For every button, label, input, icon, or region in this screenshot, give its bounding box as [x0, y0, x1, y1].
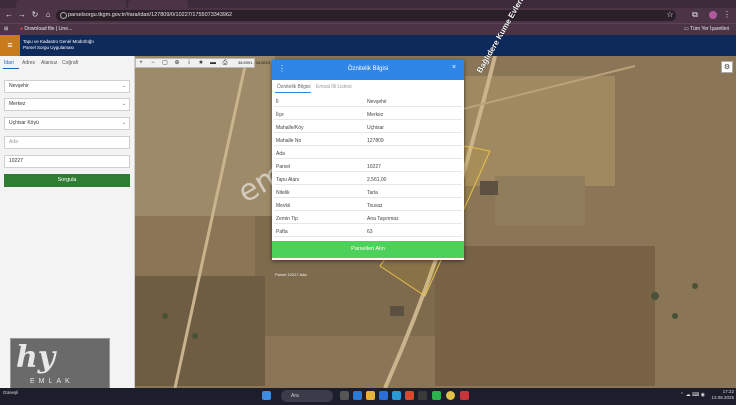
attribute-row: Zemin Tip Ana Taşınmaz — [274, 214, 462, 224]
neighborhood-select[interactable]: Uçhisar Köyü ⌄ — [4, 117, 130, 130]
taskbar-search[interactable]: Ara — [281, 390, 333, 402]
coordinate-readout: 38.6991 : 34.8023 — [238, 60, 271, 65]
attribute-row: Nitelik Tarla — [274, 188, 462, 198]
chevron-down-icon: ⌄ — [121, 101, 126, 107]
measure-icon[interactable]: ▬ — [208, 59, 218, 67]
forward-icon[interactable]: → — [17, 10, 27, 20]
block-input[interactable]: Ada — [4, 136, 130, 149]
store-icon[interactable] — [379, 391, 388, 400]
parcel-detail-button[interactable]: Parselleri Alın — [272, 241, 464, 258]
info-icon[interactable]: i — [184, 59, 194, 67]
apps-icon[interactable]: ⊞ — [4, 25, 8, 33]
tab-alansiz[interactable]: Alansız — [41, 60, 57, 66]
bookmark-icon[interactable]: ★ — [196, 59, 206, 67]
logo-mark: hy — [16, 340, 56, 375]
home-icon[interactable]: ⌂ — [43, 10, 53, 20]
windows-start-icon[interactable] — [262, 391, 271, 400]
target-icon[interactable]: ⊕ — [172, 59, 182, 67]
browser-tab[interactable] — [16, 0, 126, 8]
hamburger-menu-button[interactable]: ≡ — [0, 35, 20, 56]
tab-cografi[interactable]: Coğrafi — [62, 60, 78, 66]
zoom-out-icon[interactable]: − — [148, 59, 158, 67]
logo-wordmark: EMLAK — [30, 378, 74, 385]
browser-tab[interactable] — [128, 0, 188, 8]
province-select[interactable]: Nevşehir ⌄ — [4, 80, 130, 93]
tab-comparable-list[interactable]: Emsal İlli Listesi — [316, 84, 352, 90]
edge-icon[interactable] — [353, 391, 362, 400]
parcel-input[interactable]: 10227 — [4, 155, 130, 168]
app-icon[interactable] — [418, 391, 427, 400]
app-title: Tapu ve Kadastro Genel Müdürlüğü Parsel … — [23, 39, 94, 50]
bookmark-favicon-icon: ● — [20, 26, 24, 32]
folder-icon: ▭ — [684, 26, 689, 32]
attribute-row: Mahalle/Köy Uçhisar — [274, 123, 462, 133]
close-icon[interactable]: × — [452, 64, 456, 71]
bookmarks-bar — [0, 23, 736, 35]
zoom-in-icon[interactable]: + — [136, 59, 146, 67]
app-header — [0, 35, 736, 56]
chevron-down-icon: ⌄ — [121, 120, 126, 126]
print-icon[interactable]: ⎙ — [220, 59, 230, 67]
dialog-title: Öznitelik Bilgisi — [347, 66, 389, 72]
back-icon[interactable]: ← — [4, 10, 14, 20]
attribute-row: İlçe Merkez — [274, 110, 462, 120]
menu-icon[interactable]: ⋮ — [722, 10, 732, 20]
weather-widget[interactable]: Güneşli — [3, 390, 18, 395]
settings-icon[interactable]: ⚙ — [721, 61, 733, 73]
active-tab-indicator — [275, 92, 311, 93]
clock[interactable]: 17:22 13.08.2025 — [700, 389, 734, 400]
extent-icon[interactable]: ▢ — [160, 59, 170, 67]
explorer-icon[interactable] — [366, 391, 375, 400]
active-tab-indicator — [3, 68, 19, 69]
attribute-row: Tapu Alanı 2.561,00 — [274, 175, 462, 185]
query-button[interactable]: Sorgula — [4, 174, 130, 187]
site-info-icon[interactable] — [60, 12, 67, 19]
profile-avatar[interactable] — [709, 11, 717, 19]
task-view-icon[interactable] — [340, 391, 349, 400]
extensions-icon[interactable]: ⧉ — [690, 10, 700, 20]
tab-attribute-info[interactable]: Öznitelik Bilgisi — [277, 84, 311, 90]
attribute-row: İl Nevşehir — [274, 97, 462, 107]
whatsapp-icon[interactable] — [432, 391, 441, 400]
attribute-row: Parsel 10227 — [274, 162, 462, 172]
attribute-row: Ada — [274, 149, 462, 159]
mail-icon[interactable] — [392, 391, 401, 400]
reload-icon[interactable]: ↻ — [30, 10, 40, 20]
app-icon-2[interactable] — [460, 391, 469, 400]
attribute-row: Mahalle No 127809 — [274, 136, 462, 146]
tab-idari[interactable]: İdari — [4, 60, 14, 66]
tab-adres[interactable]: Adres — [22, 60, 35, 66]
url-text: parselsorgu.tkgm.gov.tr/#ara/idari/12780… — [68, 12, 233, 18]
bookmark-item[interactable]: ● Download file | Line... — [20, 25, 72, 33]
attribute-row: Mevkii Tsuvaz — [274, 201, 462, 211]
address-bar[interactable]: parselsorgu.tkgm.gov.tr/#ara/idari/12780… — [56, 10, 676, 21]
attribute-row: Pafta 63 — [274, 227, 462, 237]
district-select[interactable]: Merkez ⌄ — [4, 98, 130, 111]
office-icon[interactable] — [405, 391, 414, 400]
chrome-icon[interactable] — [446, 391, 455, 400]
all-bookmarks[interactable]: ▭ Tüm Yer İşaretleri — [684, 25, 729, 33]
parcel-label: Parsel 10227 Ada — [275, 272, 307, 277]
star-icon[interactable]: ☆ — [665, 10, 675, 20]
chevron-down-icon: ⌄ — [121, 83, 126, 89]
